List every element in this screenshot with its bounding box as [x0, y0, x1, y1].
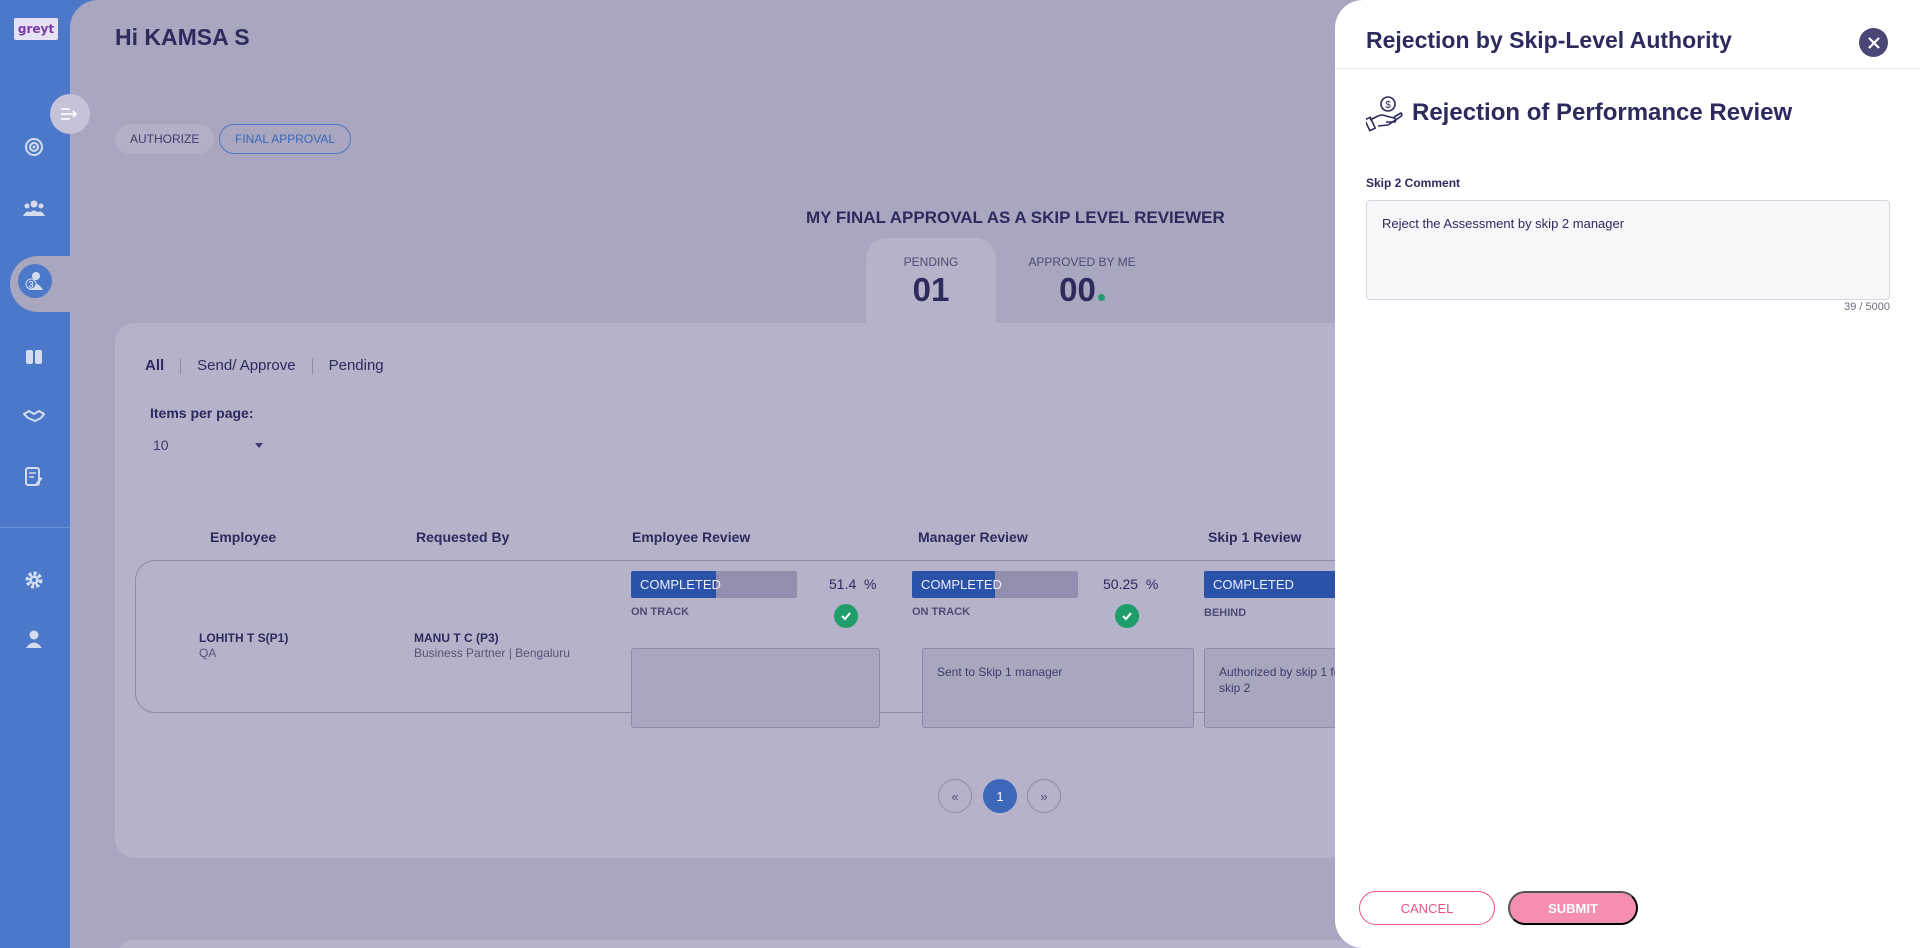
close-icon: [1867, 36, 1880, 49]
section-title: MY FINAL APPROVAL AS A SKIP LEVEL REVIEW…: [806, 208, 1225, 227]
manager-review-track: ON TRACK: [912, 606, 971, 618]
target-icon: [25, 138, 43, 156]
submit-button[interactable]: SUBMIT: [1508, 891, 1638, 925]
collapse-sidebar-button[interactable]: [50, 94, 90, 134]
handshake-icon: [23, 410, 45, 422]
book-icon: [26, 350, 42, 364]
rejection-drawer: Rejection by Skip-Level Authority $ Reje…: [1335, 0, 1920, 948]
pending-stat[interactable]: PENDING 01: [866, 255, 996, 309]
collapse-menu-icon: [61, 108, 78, 120]
requested-by-detail: Business Partner | Bengaluru: [414, 646, 570, 660]
column-header-skip1-review: Skip 1 Review: [1208, 529, 1302, 545]
sidebar: greyt 3: [0, 0, 80, 948]
approved-stat[interactable]: APPROVED BY ME 00: [1012, 255, 1152, 309]
team-icon: [23, 200, 45, 216]
settings-icon: [25, 571, 43, 589]
pagination-prev[interactable]: «: [938, 779, 972, 813]
nav-item-feedback[interactable]: [22, 404, 46, 428]
app-logo[interactable]: greyt: [14, 18, 58, 40]
main-content: Hi KAMSA S AUTHORIZE FINAL APPROVAL MY F…: [70, 0, 1376, 948]
progress-label: COMPLETED: [1213, 577, 1294, 592]
column-header-employee-review: Employee Review: [632, 529, 751, 545]
manager-review-progress: COMPLETED: [912, 571, 1078, 598]
nav-item-team[interactable]: [22, 196, 46, 220]
progress-label: COMPLETED: [921, 577, 1002, 592]
employee-role: QA: [199, 646, 217, 660]
employee-review-percent: 51.4 %: [829, 576, 877, 592]
cancel-button[interactable]: CANCEL: [1359, 891, 1495, 925]
approved-value: 00: [1059, 271, 1096, 308]
caret-down-icon: [255, 442, 263, 448]
page-greeting: Hi KAMSA S: [115, 24, 250, 50]
nav-item-profile[interactable]: [22, 627, 46, 651]
employee-review-comment: [631, 648, 880, 728]
skip1-review-track: BEHIND: [1204, 607, 1247, 619]
progress-label: COMPLETED: [640, 577, 721, 592]
comment-field-label: Skip 2 Comment: [1366, 176, 1461, 190]
nav-item-reviews[interactable]: 3: [18, 264, 52, 298]
section-heading: Rejection of Performance Review: [1412, 99, 1793, 126]
nav-item-goals[interactable]: [22, 135, 46, 159]
filter-separator: [311, 357, 313, 374]
nav-item-forms[interactable]: [22, 465, 46, 489]
employee-review-track: ON TRACK: [631, 606, 690, 618]
review-icon: 3: [25, 272, 43, 290]
filter-pending[interactable]: Pending: [329, 357, 384, 374]
next-card-edge: [115, 940, 1360, 948]
skip2-comment-field[interactable]: Reject the Assessment by skip 2 manager: [1366, 200, 1890, 300]
document-edit-icon: [25, 467, 43, 486]
filter-separator: [180, 357, 182, 374]
employee-name: LOHITH T S(P1): [199, 631, 289, 645]
close-button[interactable]: [1859, 28, 1888, 57]
tab-final-approval[interactable]: FINAL APPROVAL: [219, 124, 352, 154]
pagination-next[interactable]: »: [1027, 779, 1061, 813]
filter-all[interactable]: All: [145, 357, 164, 374]
items-per-page-select[interactable]: 10: [153, 437, 263, 453]
pagination-page-1[interactable]: 1: [983, 779, 1017, 813]
items-per-page-label: Items per page:: [150, 405, 254, 421]
user-icon: [26, 630, 42, 648]
column-header-manager-review: Manager Review: [918, 529, 1028, 545]
filter-tabs: All Send/ Approve Pending: [145, 357, 384, 374]
hand-coin-icon: $: [1366, 96, 1403, 132]
check-icon: [1115, 604, 1139, 628]
tab-authorize[interactable]: AUTHORIZE: [115, 124, 215, 154]
approvals-card: All Send/ Approve Pending Items per page…: [115, 323, 1376, 858]
manager-review-percent: 50.25 %: [1103, 576, 1159, 592]
sidebar-divider: [0, 527, 70, 528]
status-dot: [1097, 294, 1105, 301]
drawer-title: Rejection by Skip-Level Authority: [1366, 27, 1732, 53]
filter-send-approve[interactable]: Send/ Approve: [197, 357, 295, 374]
table-row[interactable]: LOHITH T S(P1) QA MANU T C (P3) Business…: [135, 560, 1376, 728]
nav-item-library[interactable]: [22, 345, 46, 369]
requested-by-name: MANU T C (P3): [414, 631, 499, 645]
char-counter: 39 / 5000: [1844, 301, 1890, 313]
employee-review-progress: COMPLETED: [631, 571, 797, 598]
svg-text:$: $: [1385, 100, 1391, 111]
manager-review-comment: Sent to Skip 1 manager: [922, 648, 1194, 728]
approved-label: APPROVED BY ME: [1028, 255, 1136, 269]
items-per-page-value: 10: [153, 437, 169, 453]
column-header-requested-by: Requested By: [416, 529, 510, 545]
column-header-employee: Employee: [210, 529, 277, 545]
check-icon: [834, 604, 858, 628]
pending-value: 01: [912, 271, 950, 308]
drawer-divider: [1335, 68, 1920, 69]
nav-item-settings[interactable]: [22, 568, 46, 592]
pending-label: PENDING: [903, 255, 959, 269]
nav-badge: 3: [28, 280, 33, 290]
